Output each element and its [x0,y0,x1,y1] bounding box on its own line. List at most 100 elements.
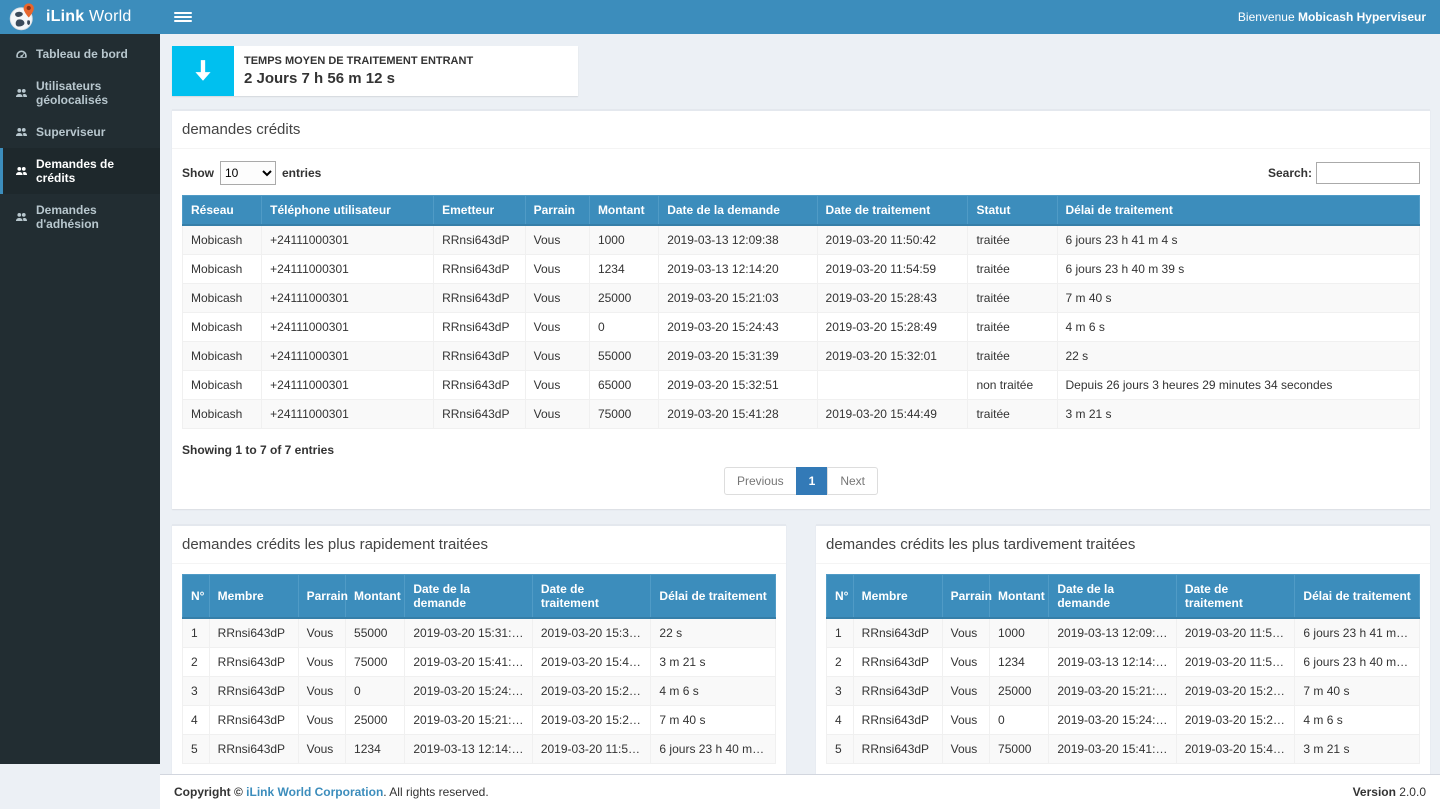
table-cell: traitée [968,284,1057,313]
table-cell: Depuis 26 jours 3 heures 29 minutes 34 s… [1057,371,1420,400]
column-header[interactable]: Date de traitement [532,575,651,619]
table-cell: 55000 [346,618,405,648]
column-header[interactable]: Date de la demande [659,196,817,226]
company-link[interactable]: iLink World Corporation [246,785,383,799]
sidebar-item-superviseur[interactable]: Superviseur [0,116,160,148]
credits-panel: demandes crédits Show 10 entries Search: [172,109,1430,509]
fastest-table-header-row: N°MembreParrainMontantDate de la demande… [183,575,776,619]
table-cell: 2019-03-20 11:54:59 [1176,648,1295,677]
column-header[interactable]: Parrain [525,196,589,226]
column-header[interactable]: Réseau [183,196,262,226]
column-header[interactable]: Statut [968,196,1057,226]
column-header[interactable]: N° [827,575,854,619]
table-cell: RRnsi643dP [434,284,526,313]
page-1-button[interactable]: 1 [796,467,829,495]
table-cell: Mobicash [183,313,262,342]
credits-table: RéseauTéléphone utilisateurEmetteurParra… [182,195,1420,429]
table-cell: Vous [298,677,345,706]
sidebar-toggle-hamburger-icon[interactable] [174,12,192,22]
table-cell [817,371,968,400]
topbar: iLink World Bienvenue Mobicash Hypervise… [0,0,1440,34]
arrow-down-icon [172,46,234,96]
table-cell: 75000 [589,400,658,429]
stat-label: TEMPS MOYEN DE TRAITEMENT ENTRANT [244,55,473,67]
column-header[interactable]: Membre [853,575,942,619]
column-header[interactable]: Délai de traitement [651,575,776,619]
table-cell: 2019-03-13 12:14:20 [405,735,532,764]
table-cell: 4 m 6 s [1057,313,1420,342]
table-row: Mobicash+24111000301RRnsi643dPVous100020… [183,225,1420,255]
column-header[interactable]: Téléphone utilisateur [262,196,434,226]
table-cell: +24111000301 [262,342,434,371]
table-info: Showing 1 to 7 of 7 entries [182,439,1420,461]
next-page-button[interactable]: Next [827,467,878,495]
table-cell: 0 [346,677,405,706]
table-cell: Vous [525,371,589,400]
table-cell: 1000 [589,225,658,255]
sidebar-item-demandes-adhesion[interactable]: Demandes d'adhésion [0,194,160,240]
table-cell: 2019-03-20 15:41:28 [1049,735,1176,764]
column-header[interactable]: Date de traitement [1176,575,1295,619]
table-cell: Vous [942,648,989,677]
table-cell: RRnsi643dP [209,706,298,735]
credits-table-header-row: RéseauTéléphone utilisateurEmetteurParra… [183,196,1420,226]
table-cell: +24111000301 [262,284,434,313]
table-cell: RRnsi643dP [209,677,298,706]
table-cell: Mobicash [183,225,262,255]
table-cell: 2019-03-20 15:24:43 [1049,706,1176,735]
column-header[interactable]: Délai de traitement [1295,575,1420,619]
slowest-table-header-row: N°MembreParrainMontantDate de la demande… [827,575,1420,619]
table-cell: 2019-03-20 15:32:01 [532,618,651,648]
table-cell: RRnsi643dP [209,618,298,648]
sidebar-item-label: Superviseur [36,125,105,139]
users-icon [15,126,28,139]
ilink-globe-pin-logo-icon [8,2,38,32]
table-cell: 7 m 40 s [651,706,776,735]
sidebar-item-utilisateurs-geolocalises[interactable]: Utilisateurs géolocalisés [0,70,160,116]
brand[interactable]: iLink World [0,0,160,34]
column-header[interactable]: Montant [990,575,1049,619]
table-cell: RRnsi643dP [434,225,526,255]
sidebar-item-demandes-de-credits[interactable]: Demandes de crédits [0,148,160,194]
column-header[interactable]: Parrain [298,575,345,619]
sidebar: Tableau de bord Utilisateurs géolocalisé… [0,34,160,764]
table-row: 1RRnsi643dPVous550002019-03-20 15:31:392… [183,618,776,648]
column-header[interactable]: Délai de traitement [1057,196,1420,226]
table-cell: 3 [827,677,854,706]
column-header[interactable]: Parrain [942,575,989,619]
table-cell: Vous [298,648,345,677]
table-cell: 2019-03-20 15:21:03 [659,284,817,313]
search-input[interactable] [1316,162,1420,184]
column-header[interactable]: Emetteur [434,196,526,226]
table-cell: 2019-03-20 11:54:59 [817,255,968,284]
table-cell: Vous [525,400,589,429]
column-header[interactable]: Montant [589,196,658,226]
table-cell: +24111000301 [262,225,434,255]
table-cell: RRnsi643dP [853,648,942,677]
table-cell: Vous [942,706,989,735]
table-cell: 2019-03-20 15:32:01 [817,342,968,371]
table-cell: 4 [827,706,854,735]
previous-page-button[interactable]: Previous [724,467,797,495]
table-cell: 5 [827,735,854,764]
table-cell: traitée [968,400,1057,429]
column-header[interactable]: N° [183,575,210,619]
main-content: TEMPS MOYEN DE TRAITEMENT ENTRANT 2 Jour… [160,34,1440,764]
sidebar-item-dashboard[interactable]: Tableau de bord [0,38,160,70]
column-header[interactable]: Date de la demande [405,575,532,619]
table-row: Mobicash+24111000301RRnsi643dPVous02019-… [183,313,1420,342]
table-row: Mobicash+24111000301RRnsi643dPVous250002… [183,284,1420,313]
table-cell: 2019-03-13 12:14:20 [659,255,817,284]
table-cell: 25000 [346,706,405,735]
table-cell: 3 m 21 s [1057,400,1420,429]
column-header[interactable]: Membre [209,575,298,619]
column-header[interactable]: Montant [346,575,405,619]
table-cell: +24111000301 [262,371,434,400]
column-header[interactable]: Date de la demande [1049,575,1176,619]
table-cell: Mobicash [183,371,262,400]
table-cell: 2019-03-20 15:28:43 [532,706,651,735]
column-header[interactable]: Date de traitement [817,196,968,226]
fastest-credits-table: N°MembreParrainMontantDate de la demande… [182,574,776,764]
page-length-select[interactable]: 10 [220,161,276,185]
slowest-credits-table: N°MembreParrainMontantDate de la demande… [826,574,1420,764]
